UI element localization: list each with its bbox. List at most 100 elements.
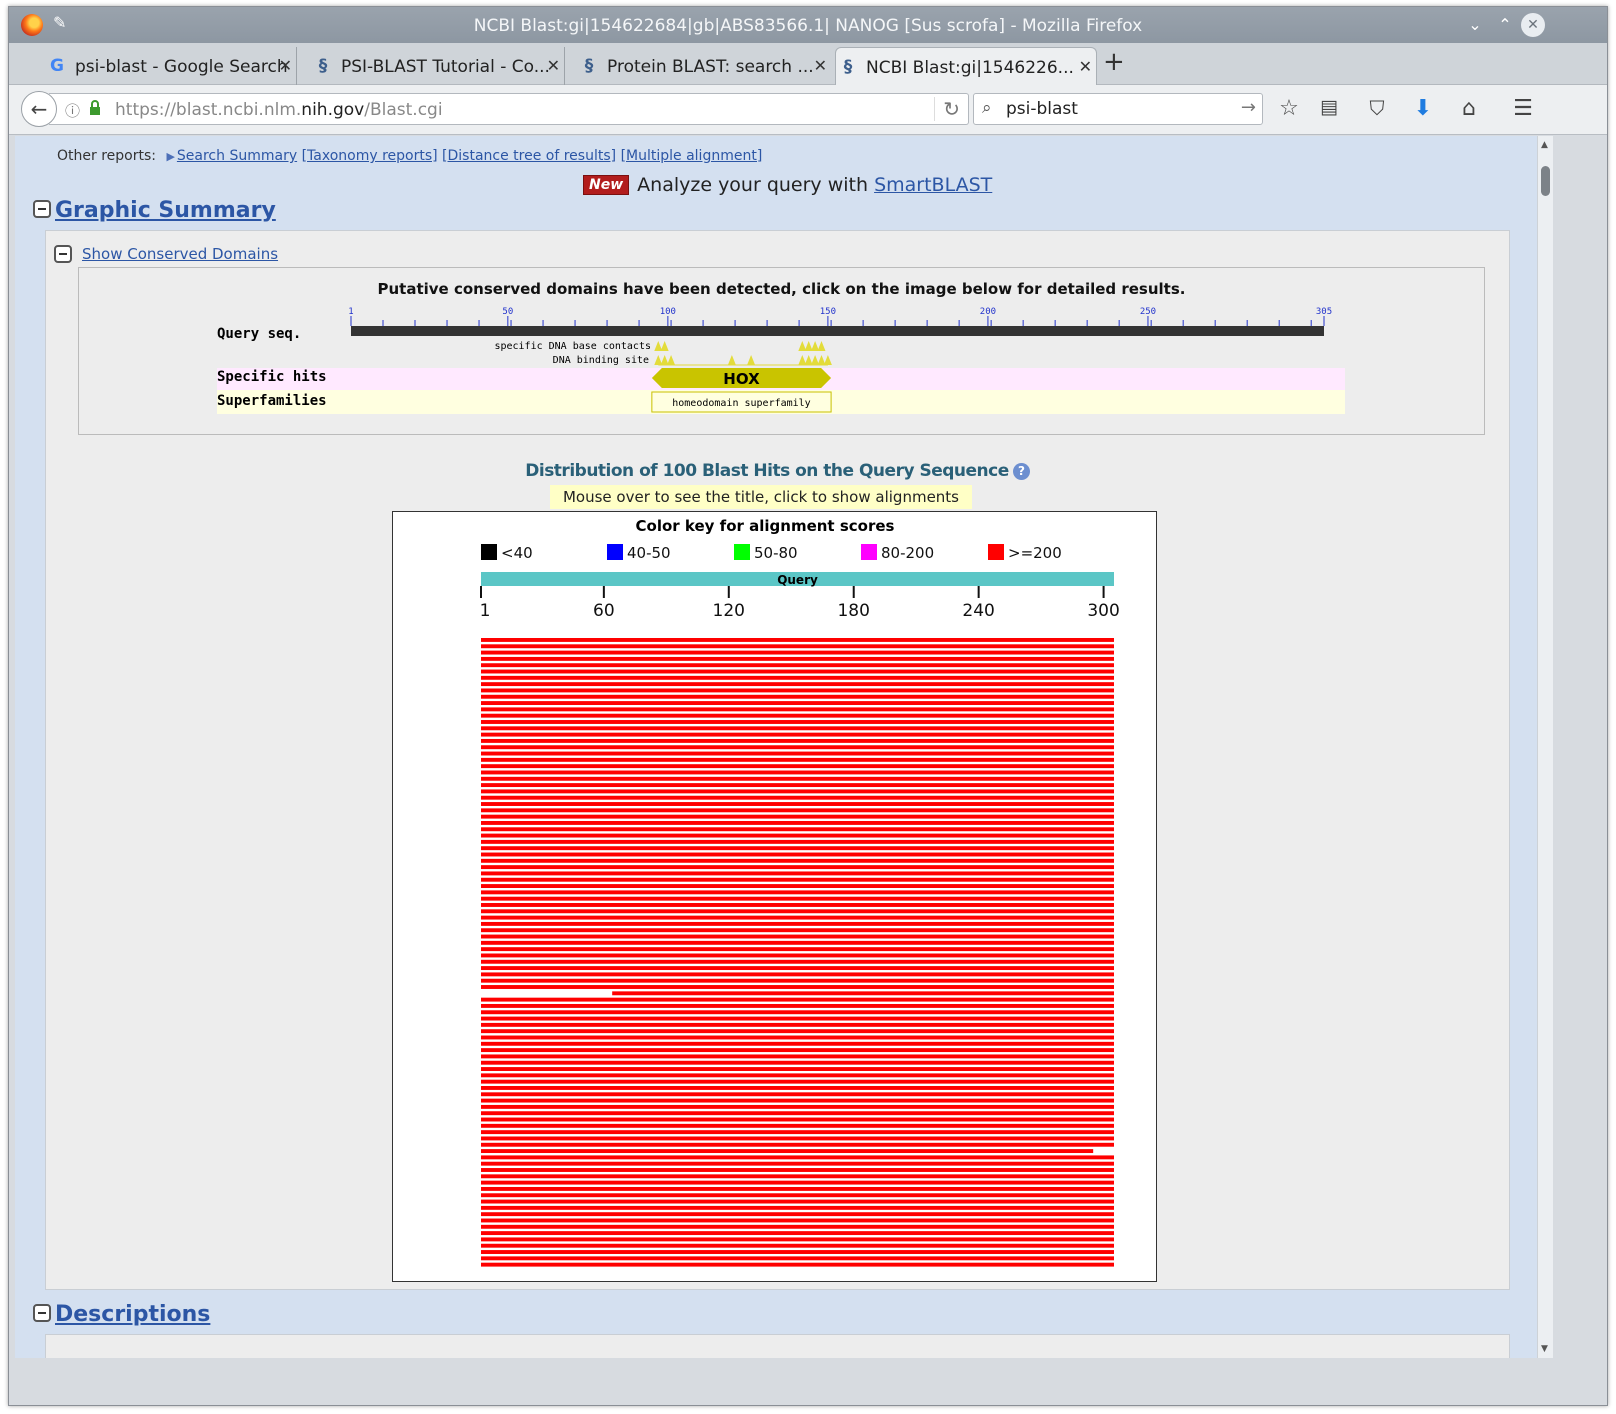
- hit-bar[interactable]: [481, 638, 1114, 642]
- hit-bar[interactable]: [481, 915, 1114, 920]
- hit-bar[interactable]: [481, 1224, 1114, 1229]
- tab-psi-blast-tutorial[interactable]: § PSI-BLAST Tutorial - Co... ✕: [311, 47, 565, 85]
- hit-bar[interactable]: [481, 1193, 1114, 1198]
- hit-bar[interactable]: [481, 1079, 1114, 1084]
- graphic-summary-heading[interactable]: Graphic Summary: [55, 198, 276, 223]
- hit-bar[interactable]: [481, 656, 1114, 661]
- smartblast-link[interactable]: SmartBLAST: [874, 174, 992, 196]
- hit-bar[interactable]: [481, 1205, 1114, 1210]
- hit-bar[interactable]: [481, 675, 1114, 680]
- descriptions-heading[interactable]: Descriptions: [55, 1302, 210, 1327]
- hit-bar[interactable]: [481, 959, 1114, 964]
- hit-bar[interactable]: [481, 1136, 1114, 1141]
- hit-bar[interactable]: [481, 1035, 1114, 1040]
- hit-bar[interactable]: [481, 890, 1114, 895]
- hit-bar[interactable]: [481, 820, 1114, 825]
- hit-bar[interactable]: [481, 1168, 1114, 1172]
- vertical-scrollbar[interactable]: ▲ ▼: [1537, 136, 1553, 1358]
- hit-bar[interactable]: [481, 707, 1114, 712]
- hit-bar[interactable]: [481, 1067, 1114, 1071]
- hit-bar[interactable]: [481, 1174, 1114, 1179]
- tab-close-icon[interactable]: ✕: [814, 56, 827, 75]
- downloads-icon[interactable]: ⬇: [1409, 96, 1437, 121]
- hit-bar[interactable]: [481, 921, 1114, 926]
- hit-bar[interactable]: [481, 858, 1114, 863]
- conserved-domains-box[interactable]: Putative conserved domains have been det…: [78, 267, 1485, 435]
- minimize-button[interactable]: ⌄: [1463, 13, 1487, 37]
- hit-bar[interactable]: [481, 1130, 1114, 1135]
- hit-bar[interactable]: [481, 726, 1114, 731]
- reload-icon[interactable]: ↻: [934, 97, 960, 121]
- multiple-alignment-link[interactable]: [Multiple alignment]: [621, 148, 763, 164]
- hit-bar[interactable]: [481, 1048, 1114, 1053]
- help-icon[interactable]: ?: [1012, 463, 1030, 480]
- tab-google-search[interactable]: G psi-blast - Google Search ✕: [45, 47, 297, 85]
- collapse-descriptions-icon[interactable]: [33, 1304, 51, 1322]
- bookmark-star-icon[interactable]: ☆: [1275, 96, 1303, 121]
- hit-bar[interactable]: [481, 663, 1114, 668]
- hit-bar[interactable]: [481, 947, 1114, 952]
- hit-bar[interactable]: [481, 770, 1114, 775]
- hit-bar[interactable]: [481, 934, 1114, 939]
- hit-bar[interactable]: [481, 1104, 1114, 1109]
- scroll-down-icon[interactable]: ▼: [1541, 1344, 1548, 1354]
- maximize-button[interactable]: ⌃: [1493, 13, 1517, 37]
- hit-bar[interactable]: [481, 865, 1114, 870]
- hit-bar[interactable]: [481, 808, 1114, 813]
- hit-bar[interactable]: [481, 814, 1114, 819]
- hit-bar[interactable]: [481, 877, 1114, 882]
- hit-bar[interactable]: [481, 846, 1114, 851]
- scroll-up-icon[interactable]: ▲: [1541, 140, 1548, 150]
- hit-bar[interactable]: [481, 985, 1114, 989]
- hit-bar[interactable]: [481, 1161, 1114, 1166]
- distance-tree-link[interactable]: [Distance tree of results]: [442, 148, 616, 164]
- blast-hits-svg[interactable]: Color key for alignment scores <40 40-50 5…: [393, 512, 1158, 1283]
- collapse-graphic-summary-icon[interactable]: [33, 200, 51, 218]
- hit-bar[interactable]: [481, 745, 1114, 750]
- cdd-site-markers[interactable]: [654, 341, 832, 366]
- hit-bar[interactable]: [481, 701, 1114, 706]
- hit-bar[interactable]: [481, 1010, 1114, 1015]
- hit-bar[interactable]: [481, 789, 1114, 794]
- menu-icon[interactable]: ☰: [1509, 96, 1537, 121]
- hit-bar[interactable]: [481, 644, 1114, 649]
- hit-bar[interactable]: [481, 1054, 1114, 1059]
- collapse-conserved-domains-icon[interactable]: [54, 245, 72, 263]
- hit-bar[interactable]: [481, 713, 1114, 718]
- hit-bar[interactable]: [481, 1060, 1114, 1065]
- search-bar[interactable]: ⌕ →: [973, 93, 1263, 125]
- hit-bar[interactable]: [481, 1022, 1114, 1027]
- hit-bar[interactable]: [481, 694, 1114, 699]
- show-conserved-domains-link[interactable]: Show Conserved Domains: [82, 245, 278, 263]
- hit-bar[interactable]: [481, 688, 1114, 693]
- hit-bar[interactable]: [481, 1149, 1094, 1154]
- hit-bar[interactable]: [481, 1218, 1114, 1223]
- scrollbar-thumb[interactable]: [1541, 166, 1550, 196]
- hit-bar[interactable]: [481, 833, 1114, 838]
- hit-bar[interactable]: [481, 1237, 1114, 1242]
- hit-bar[interactable]: [481, 1186, 1114, 1191]
- hit-bar[interactable]: [481, 1155, 1114, 1160]
- hit-bar[interactable]: [481, 827, 1114, 832]
- hit-bar[interactable]: [481, 966, 1114, 971]
- url-text[interactable]: https://blast.ncbi.nlm.nih.gov/Blast.cgi: [115, 100, 443, 120]
- hit-bar[interactable]: [481, 972, 1114, 977]
- hit-bar[interactable]: [481, 852, 1114, 857]
- hit-bar[interactable]: [481, 1092, 1114, 1097]
- hit-bar[interactable]: [481, 953, 1114, 958]
- tab-close-icon[interactable]: ✕: [279, 56, 292, 75]
- tab-ncbi-blast-results[interactable]: § NCBI Blast:gi|1546226... ✕: [835, 47, 1097, 85]
- hit-bar[interactable]: [481, 1142, 1114, 1147]
- hit-bar[interactable]: [481, 1212, 1114, 1217]
- hit-bar[interactable]: [481, 1180, 1114, 1185]
- hit-bar[interactable]: [481, 928, 1114, 933]
- hit-bar[interactable]: [481, 1243, 1114, 1248]
- hit-bar[interactable]: [481, 1231, 1114, 1236]
- hit-bar[interactable]: [481, 776, 1114, 781]
- hit-bar[interactable]: [481, 1041, 1114, 1046]
- hit-bar[interactable]: [481, 1111, 1114, 1116]
- hit-bar[interactable]: [481, 1086, 1114, 1090]
- hit-bar[interactable]: [481, 764, 1114, 769]
- home-icon[interactable]: ⌂: [1455, 96, 1483, 121]
- hit-bar[interactable]: [481, 839, 1114, 844]
